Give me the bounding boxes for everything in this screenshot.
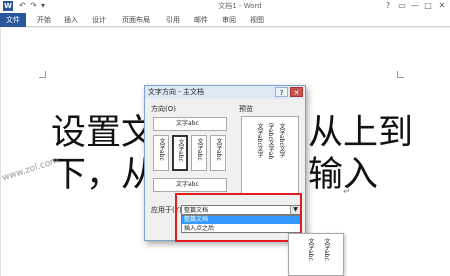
orientation-vertical-sample-3: 文字abc bbox=[196, 138, 203, 161]
orientation-label: 方向(O) bbox=[151, 105, 176, 113]
tab-file[interactable]: 文件 bbox=[0, 13, 26, 27]
tab-design[interactable]: 设计 bbox=[92, 13, 106, 27]
preview-label: 预览 bbox=[239, 105, 253, 113]
orientation-vertical-sample-2: 文字abc bbox=[177, 139, 184, 162]
secondary-preview-col1: 文字abc bbox=[307, 238, 314, 261]
maximize-button[interactable]: □ bbox=[422, 0, 434, 12]
preview-text-col3: 文字abc文字 bbox=[278, 123, 285, 158]
document-text-line2-left[interactable]: 下，从 bbox=[51, 155, 156, 195]
dialog-help-button[interactable]: ? bbox=[275, 87, 288, 97]
orientation-vertical-option-3[interactable]: 文字abc bbox=[191, 135, 207, 171]
tab-page-layout[interactable]: 页面布局 bbox=[122, 13, 150, 27]
tab-review[interactable]: 审阅 bbox=[222, 13, 236, 27]
secondary-preview-box: 文字abc 文字abc bbox=[288, 233, 344, 276]
preview-text-col1: 文字abc文字 bbox=[256, 123, 263, 158]
ribbon-display-icon[interactable]: ▭ bbox=[396, 0, 408, 12]
minimize-button[interactable]: — bbox=[409, 0, 421, 12]
orientation-vertical-option-4[interactable]: 文字abc bbox=[210, 135, 226, 171]
orientation-vertical-sample-4: 文字abc bbox=[215, 138, 222, 161]
tab-view[interactable]: 视图 bbox=[250, 13, 264, 27]
orientation-vertical-option-selected[interactable]: 文字abc bbox=[172, 135, 188, 171]
quick-access-menu-icon[interactable]: ▾ bbox=[41, 1, 45, 11]
title-bar: W ↶ ↷ ▾ 文档1 - Word ? ▭ — □ ✕ bbox=[0, 0, 450, 13]
tab-home[interactable]: 开始 bbox=[37, 13, 51, 27]
document-text-line1-left[interactable]: 设置文 bbox=[51, 113, 156, 153]
preview-text-col2: 字abc文字ab bbox=[267, 123, 274, 160]
word-app-icon: W bbox=[3, 1, 13, 11]
dialog-close-button[interactable]: ✕ bbox=[290, 87, 303, 97]
red-highlight-box bbox=[175, 193, 302, 242]
help-icon[interactable]: ? bbox=[382, 0, 394, 12]
orientation-vertical-sample-1: 文字abc bbox=[158, 138, 165, 161]
orientation-rotated-option[interactable]: 文字abc bbox=[153, 178, 227, 192]
orientation-horizontal-sample: 文字abc bbox=[176, 120, 199, 127]
margin-corner-top-left bbox=[39, 71, 46, 78]
undo-icon[interactable]: ↶ bbox=[19, 1, 26, 11]
document-title: 文档1 - Word bbox=[218, 2, 262, 10]
tab-references[interactable]: 引用 bbox=[166, 13, 180, 27]
orientation-vertical-option-1[interactable]: 文字abc bbox=[153, 135, 169, 171]
document-text-line1-right[interactable]: 从上到 bbox=[308, 113, 413, 153]
orientation-horizontal-option[interactable]: 文字abc bbox=[153, 117, 227, 131]
redo-icon[interactable]: ↷ bbox=[30, 1, 37, 11]
tab-insert[interactable]: 插入 bbox=[64, 13, 78, 27]
secondary-preview-col2: 文字abc bbox=[323, 238, 330, 261]
close-window-button[interactable]: ✕ bbox=[436, 0, 448, 12]
preview-pane: 文字abc文字 字abc文字ab 文字abc文字 bbox=[241, 116, 299, 194]
paragraph-mark: ↵ bbox=[343, 187, 351, 197]
margin-corner-top-right bbox=[397, 71, 404, 78]
ribbon-tabs: 文件 开始 插入 设计 页面布局 引用 邮件 审阅 视图 bbox=[0, 13, 450, 27]
tab-mailings[interactable]: 邮件 bbox=[194, 13, 208, 27]
orientation-rotated-sample: 文字abc bbox=[176, 181, 199, 188]
